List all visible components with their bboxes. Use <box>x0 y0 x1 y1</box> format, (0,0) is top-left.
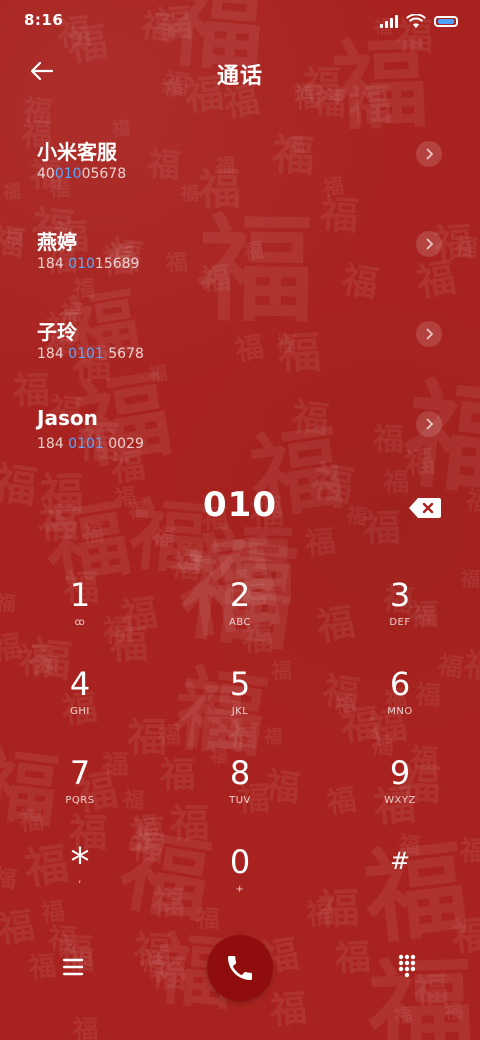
key-letters: + <box>235 884 245 895</box>
phone-icon <box>228 956 252 980</box>
contact-name: 子玲 <box>37 320 77 344</box>
contact-detail-button[interactable] <box>416 231 442 257</box>
chevron-right-icon <box>426 148 434 160</box>
contact-number: 184 01015689 <box>37 256 140 272</box>
call-button[interactable] <box>207 935 273 1001</box>
key-digit: 4 <box>69 665 91 703</box>
contact-number: 184 0101 0029 <box>37 436 144 452</box>
keypad: 1 ꝏ 2 ABC 3 DEF 4 GHI 5 JKL 6 MNO 7 PQRS… <box>0 570 480 900</box>
contact-name: 小米客服 <box>37 140 117 164</box>
menu-icon <box>62 958 84 976</box>
key-letters: , <box>78 874 82 885</box>
page-title: 通话 <box>216 64 263 89</box>
key-digit: 0 <box>229 843 251 881</box>
chevron-right-icon <box>426 418 434 430</box>
voicemail-icon: ꝏ <box>74 617 86 628</box>
key-letters: DEF <box>389 617 411 628</box>
status-time: 8:16 <box>24 11 64 29</box>
key-1[interactable]: 1 ꝏ <box>20 575 140 655</box>
key-digit: 9 <box>389 754 411 792</box>
key-digit: 2 <box>229 576 251 614</box>
key-digit: 8 <box>229 754 251 792</box>
contact-item[interactable]: 子玲 184 0101 5678 <box>0 316 480 404</box>
key-digit: 7 <box>69 754 91 792</box>
dialpad-button[interactable] <box>388 948 426 986</box>
matched-digits: 010 <box>54 166 82 182</box>
key-letters: JKL <box>231 706 249 717</box>
contact-number: 184 0101 5678 <box>37 346 144 362</box>
key-4[interactable]: 4 GHI <box>20 664 140 744</box>
key-digit: 6 <box>389 665 411 703</box>
key-digit: # <box>389 847 411 875</box>
bottom-bar <box>0 930 480 1010</box>
key-5[interactable]: 5 JKL <box>180 664 300 744</box>
matched-digits: 0101 <box>68 346 104 362</box>
key-letters: GHI <box>70 706 90 717</box>
key-hash[interactable]: # <box>340 842 460 922</box>
key-star[interactable]: * , <box>20 842 140 922</box>
status-bar: 8:16 <box>0 0 480 40</box>
contact-item[interactable]: 燕婷 184 01015689 <box>0 226 480 314</box>
contact-item[interactable]: 小米客服 4001005678 <box>0 136 480 224</box>
key-letters: WXYZ <box>384 795 416 806</box>
chevron-right-icon <box>426 328 434 340</box>
contact-detail-button[interactable] <box>416 411 442 437</box>
backspace-icon <box>409 498 441 518</box>
key-letters: ABC <box>228 617 251 628</box>
chevron-right-icon <box>426 238 434 250</box>
contact-detail-button[interactable] <box>416 321 442 347</box>
battery-icon <box>434 15 458 27</box>
contact-number: 4001005678 <box>37 166 127 182</box>
key-9[interactable]: 9 WXYZ <box>340 753 460 833</box>
contact-detail-button[interactable] <box>416 141 442 167</box>
matched-digits: 0101 <box>68 436 104 452</box>
key-letters: MNO <box>387 706 413 717</box>
menu-button[interactable] <box>54 950 92 984</box>
key-3[interactable]: 3 DEF <box>340 575 460 655</box>
key-6[interactable]: 6 MNO <box>340 664 460 744</box>
key-digit: 5 <box>229 665 251 703</box>
key-letters: PQRS <box>65 795 95 806</box>
key-0[interactable]: 0 + <box>180 842 300 922</box>
key-2[interactable]: 2 ABC <box>180 575 300 655</box>
key-digit: 1 <box>69 576 91 614</box>
status-icons <box>380 13 458 29</box>
matched-digits: 010 <box>68 256 95 272</box>
contact-name: 燕婷 <box>37 230 77 254</box>
contact-item[interactable]: Jason 184 0101 0029 <box>0 406 480 494</box>
signal-icon <box>380 14 398 28</box>
contact-name: Jason <box>37 406 98 430</box>
header: 通话 <box>0 40 480 102</box>
dialpad-icon <box>398 954 416 978</box>
key-digit: 3 <box>389 576 411 614</box>
wifi-icon <box>406 13 426 28</box>
backspace-button[interactable] <box>408 497 442 519</box>
key-letters: TUV <box>229 795 251 806</box>
key-7[interactable]: 7 PQRS <box>20 753 140 833</box>
key-8[interactable]: 8 TUV <box>180 753 300 833</box>
